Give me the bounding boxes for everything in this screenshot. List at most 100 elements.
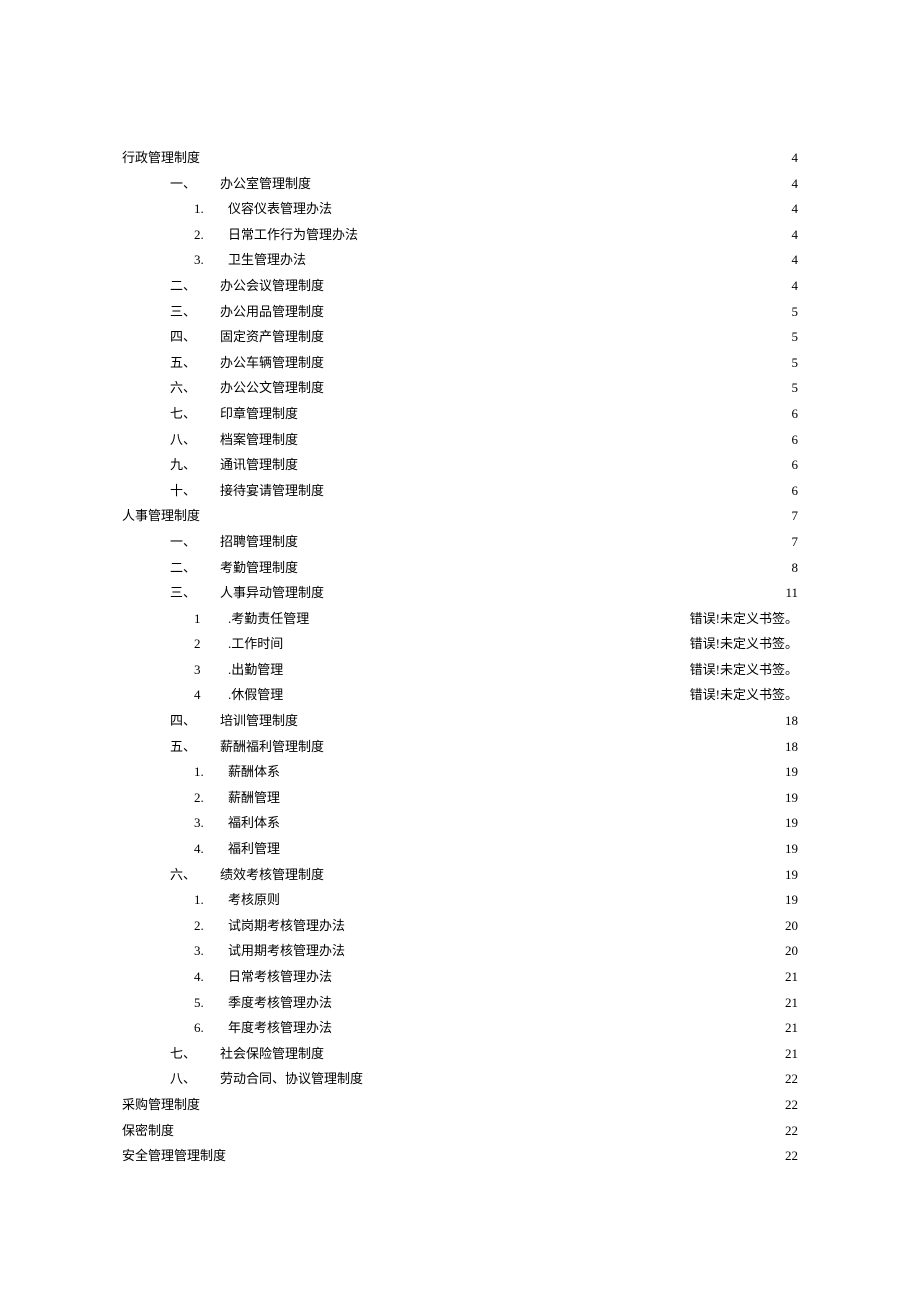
toc-label: .出勤管理 xyxy=(228,657,283,683)
toc-entry: 二、办公会议管理制度 4 xyxy=(122,273,798,299)
toc-page-ref: 6 xyxy=(790,427,799,453)
toc-page-ref: 19 xyxy=(783,836,798,862)
toc-marker: 四、 xyxy=(170,708,220,734)
toc-leader xyxy=(363,1070,783,1083)
toc-page-ref: 22 xyxy=(783,1143,798,1169)
toc-marker: 七、 xyxy=(170,401,220,427)
toc-marker: 3. xyxy=(194,938,228,964)
toc-leader xyxy=(311,175,789,188)
toc-leader xyxy=(324,738,783,751)
toc-marker: 六、 xyxy=(170,862,220,888)
toc-page-ref: 7 xyxy=(790,503,799,529)
toc-marker: 4. xyxy=(194,836,228,862)
toc-page-error: 错误!未定义书签。 xyxy=(688,657,798,683)
toc-page-ref: 5 xyxy=(790,375,799,401)
toc-page-ref: 21 xyxy=(783,1041,798,1067)
toc-leader xyxy=(345,917,783,930)
toc-label: 固定资产管理制度 xyxy=(220,324,324,350)
toc-leader xyxy=(298,559,789,572)
toc-page-ref: 6 xyxy=(790,401,799,427)
toc-label: 办公公文管理制度 xyxy=(220,375,324,401)
toc-marker: 4 xyxy=(194,682,228,708)
toc-leader xyxy=(324,482,789,495)
toc-page-error: 错误!未定义书签。 xyxy=(688,682,798,708)
toc-marker: 3. xyxy=(194,810,228,836)
toc-label: 卫生管理办法 xyxy=(228,247,306,273)
toc-entry: 1.薪酬体系 19 xyxy=(122,759,798,785)
toc-entry: 1.考勤责任管理 错误!未定义书签。 xyxy=(122,606,798,632)
toc-entry: 六、办公公文管理制度 5 xyxy=(122,375,798,401)
toc-marker: 四、 xyxy=(170,324,220,350)
toc-entry: 人事管理制度 7 xyxy=(122,503,798,529)
toc-label: 办公用品管理制度 xyxy=(220,299,324,325)
toc-marker: 1. xyxy=(194,759,228,785)
toc-page-ref: 21 xyxy=(783,990,798,1016)
toc-leader xyxy=(324,866,783,879)
toc-entry: 4.休假管理 错误!未定义书签。 xyxy=(122,682,798,708)
toc-marker: 八、 xyxy=(170,427,220,453)
toc-leader xyxy=(226,1147,783,1160)
toc-leader xyxy=(306,251,789,264)
toc-page-ref: 20 xyxy=(783,913,798,939)
toc-page-ref: 4 xyxy=(790,247,799,273)
toc-marker: 2. xyxy=(194,913,228,939)
toc-label: .工作时间 xyxy=(228,631,283,657)
toc-label: 采购管理制度 xyxy=(122,1092,200,1118)
toc-label: 绩效考核管理制度 xyxy=(220,862,324,888)
toc-page-ref: 21 xyxy=(783,964,798,990)
toc-leader xyxy=(309,610,687,623)
toc-label: 办公室管理制度 xyxy=(220,171,311,197)
toc-entry: 四、培训管理制度 18 xyxy=(122,708,798,734)
toc-label: 档案管理制度 xyxy=(220,427,298,453)
toc-label: .考勤责任管理 xyxy=(228,606,309,632)
toc-leader xyxy=(324,303,789,316)
toc-marker: 3. xyxy=(194,247,228,273)
toc-page-ref: 19 xyxy=(783,785,798,811)
toc-page-ref: 4 xyxy=(790,196,799,222)
toc-label: 试岗期考核管理办法 xyxy=(228,913,345,939)
toc-marker: 1. xyxy=(194,196,228,222)
toc-leader xyxy=(280,891,783,904)
toc-label: 保密制度 xyxy=(122,1118,174,1144)
toc-marker: 5. xyxy=(194,990,228,1016)
toc-entry: 3.试用期考核管理办法 20 xyxy=(122,938,798,964)
toc-leader xyxy=(324,328,789,341)
toc-label: 社会保险管理制度 xyxy=(220,1041,324,1067)
toc-page-ref: 22 xyxy=(783,1066,798,1092)
toc-leader xyxy=(200,149,789,162)
toc-label: 通讯管理制度 xyxy=(220,452,298,478)
toc-page-ref: 7 xyxy=(790,529,799,555)
toc-entry: 行政管理制度 4 xyxy=(122,145,798,171)
toc-entry: 6.年度考核管理办法 21 xyxy=(122,1015,798,1041)
toc-entry: 五、薪酬福利管理制度 18 xyxy=(122,734,798,760)
toc-leader xyxy=(324,277,789,290)
toc-page-ref: 6 xyxy=(790,478,799,504)
toc-label: 仪容仪表管理办法 xyxy=(228,196,332,222)
toc-page-ref: 21 xyxy=(783,1015,798,1041)
toc-marker: 八、 xyxy=(170,1066,220,1092)
toc-entry: 七、社会保险管理制度 21 xyxy=(122,1041,798,1067)
toc-entry: 五、办公车辆管理制度 5 xyxy=(122,350,798,376)
toc-leader xyxy=(280,789,783,802)
toc-page-error: 错误!未定义书签。 xyxy=(688,631,798,657)
toc-leader xyxy=(298,431,789,444)
toc-entry: 八、档案管理制度 6 xyxy=(122,427,798,453)
toc-label: 接待宴请管理制度 xyxy=(220,478,324,504)
toc-label: 办公会议管理制度 xyxy=(220,273,324,299)
toc-marker: 一、 xyxy=(170,529,220,555)
toc-marker: 2 xyxy=(194,631,228,657)
toc-leader xyxy=(200,507,789,520)
toc-marker: 6. xyxy=(194,1015,228,1041)
toc-page-ref: 18 xyxy=(783,734,798,760)
toc-page-ref: 5 xyxy=(790,324,799,350)
toc-label: 劳动合同、协议管理制度 xyxy=(220,1066,363,1092)
toc-entry: 2.试岗期考核管理办法 20 xyxy=(122,913,798,939)
toc-entry: 七、印章管理制度 6 xyxy=(122,401,798,427)
toc-entry: 采购管理制度 22 xyxy=(122,1092,798,1118)
toc-label: 日常工作行为管理办法 xyxy=(228,222,358,248)
toc-page-ref: 19 xyxy=(783,810,798,836)
toc-entry: 3.卫生管理办法 4 xyxy=(122,247,798,273)
toc-marker: 4. xyxy=(194,964,228,990)
toc-label: 年度考核管理办法 xyxy=(228,1015,332,1041)
toc-page-ref: 8 xyxy=(790,555,799,581)
